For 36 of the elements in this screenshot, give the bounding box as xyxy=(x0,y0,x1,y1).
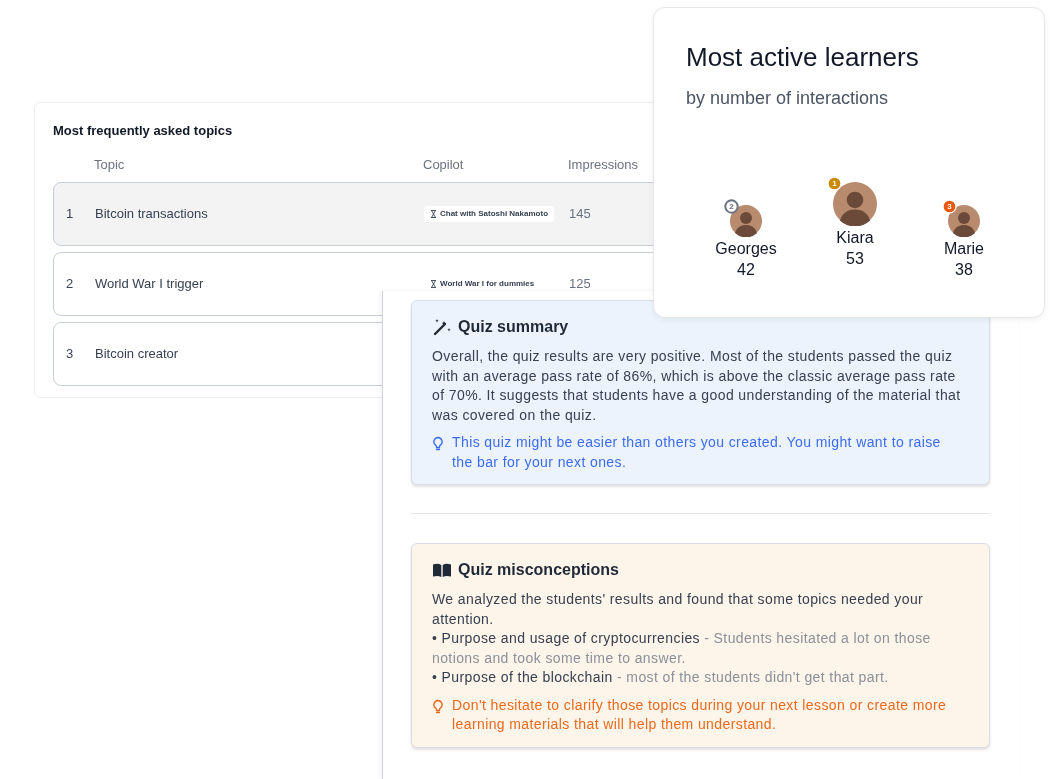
column-header: Topic xyxy=(94,156,125,172)
misconception-item: • Purpose and usage of cryptocurrencies - Students hesitated a lot on those notions and took some time to answer. xyxy=(432,629,932,668)
copilot-tag: Chat with Satoshi Nakamoto xyxy=(424,206,554,223)
misconceptions-text: We analyzed the students' results and found that some topics needed your attention. xyxy=(432,590,925,629)
impressions-count: 145 xyxy=(569,206,591,222)
interaction-count: 42 xyxy=(737,260,755,281)
learner-name: Marie xyxy=(944,239,984,259)
topic-name: Bitcoin creator xyxy=(95,346,179,362)
rank-badge: 1 xyxy=(827,176,842,192)
card-title: Most active learners xyxy=(686,42,920,74)
interaction-count: 53 xyxy=(846,249,864,270)
hourglass-icon xyxy=(430,280,437,289)
impressions-count: 125 xyxy=(569,276,591,292)
book-icon xyxy=(432,562,452,578)
interaction-count: 38 xyxy=(955,260,973,281)
row-number: 3 xyxy=(66,346,74,362)
learner-name: Kiara xyxy=(836,228,874,248)
rank-badge: 2 xyxy=(724,199,739,215)
rank-badge: 3 xyxy=(942,199,957,215)
lightbulb-icon xyxy=(432,698,444,715)
misconception-item: • Purpose of the blockchain - most of the students didn't get that part. xyxy=(432,668,890,687)
row-number: 1 xyxy=(66,206,74,222)
hourglass-icon xyxy=(430,210,437,219)
card-title: Most frequently asked topics xyxy=(53,122,234,140)
tip-text: This quiz might be easier than others you created. You might want to raise the bar for your next ones. xyxy=(452,433,942,472)
column-header: Copilot xyxy=(423,156,464,172)
card-subtitle: by number of interactions xyxy=(686,87,890,111)
topic-name: World War I trigger xyxy=(95,276,204,292)
learner-name: Georges xyxy=(715,239,777,259)
column-header: Impressions xyxy=(568,156,639,172)
row-number: 2 xyxy=(66,276,74,292)
card-title: Quiz misconceptions xyxy=(458,560,619,580)
lightbulb-icon xyxy=(432,436,444,452)
tip-text: Don't hesitate to clarify those topics during your next lesson or create more learning materials that will help them understand. xyxy=(452,695,948,734)
magic-wand-icon xyxy=(432,318,452,336)
topic-name: Bitcoin transactions xyxy=(95,206,208,222)
